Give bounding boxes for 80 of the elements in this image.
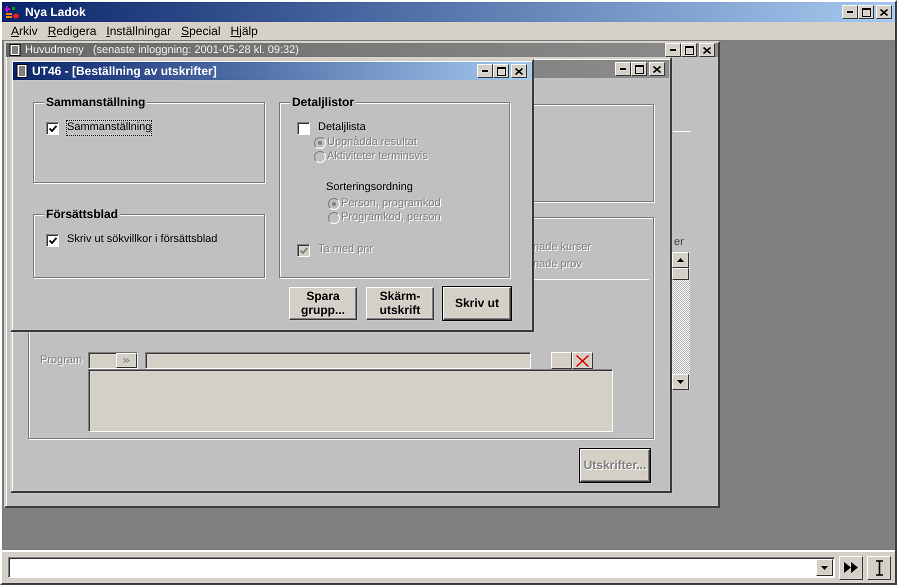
- app-logo-icon: [5, 4, 21, 20]
- close-icon: [653, 66, 661, 72]
- minimize-icon: [670, 49, 676, 51]
- window-title: Nya Ladok: [25, 4, 86, 20]
- blank-button[interactable]: [551, 352, 572, 369]
- maximize-icon: [862, 8, 870, 16]
- minimize-button[interactable]: [615, 62, 631, 76]
- close-button[interactable]: [511, 64, 527, 78]
- radio-label: Aktiviteter terminsvis: [327, 150, 428, 164]
- label: er: [674, 236, 684, 250]
- minimize-button[interactable]: [665, 43, 681, 57]
- dialog-button[interactable]: Spara grupp...: [289, 287, 357, 320]
- minimize-button[interactable]: [842, 5, 858, 19]
- maximize-icon: [684, 46, 694, 54]
- checkmark-icon: [300, 246, 308, 254]
- close-button[interactable]: [649, 62, 665, 76]
- checkbox-label: Detaljlista: [318, 121, 366, 135]
- maximize-icon: [634, 64, 644, 74]
- close-icon: [703, 46, 711, 54]
- clear-button[interactable]: [572, 352, 593, 369]
- close-icon: [515, 68, 523, 74]
- scroll-down-button[interactable]: [672, 374, 689, 390]
- maximize-button[interactable]: [493, 64, 509, 78]
- menu-item[interactable]: Special: [176, 24, 226, 38]
- document-icon: [16, 64, 28, 78]
- checkbox[interactable]: [46, 234, 59, 246]
- close-icon: [880, 8, 888, 16]
- maximize-icon: [496, 66, 506, 76]
- run-button[interactable]: [839, 556, 863, 580]
- checkmark-icon: [48, 236, 56, 244]
- cursor-button[interactable]: [867, 556, 891, 580]
- minimize-icon: [847, 11, 853, 13]
- scrollbar[interactable]: [672, 252, 690, 390]
- menu-item[interactable]: Inställningar: [101, 24, 176, 38]
- down-arrow-icon: [677, 380, 684, 384]
- radio-label: Uppnådda resultat: [327, 136, 417, 150]
- section-label: Sorteringsordning: [325, 181, 414, 195]
- field-label: Program: [40, 354, 84, 368]
- menu-item[interactable]: Hjälp: [225, 24, 263, 38]
- group-title: Detaljlistor: [290, 95, 356, 110]
- fast-forward-icon: [844, 562, 858, 573]
- scroll-thumb[interactable]: [672, 268, 689, 280]
- menu-item[interactable]: Arkiv: [6, 24, 43, 38]
- checkbox-label: Skriv ut sökvillkor i försättsblad: [67, 233, 218, 247]
- dropdown-button[interactable]: [816, 559, 833, 576]
- input-field[interactable]: [145, 352, 531, 369]
- text-cursor-icon: [874, 560, 884, 576]
- minimize-icon: [482, 70, 488, 72]
- document-icon: [9, 44, 21, 56]
- chevron-icon: [123, 358, 130, 363]
- close-icon: [576, 354, 589, 366]
- scroll-up-button[interactable]: [672, 252, 689, 268]
- checkbox[interactable]: [46, 122, 59, 134]
- window-title: UT46 - [Beställning av utskrifter]: [32, 64, 217, 78]
- dialog-button[interactable]: Skriv ut: [443, 287, 511, 320]
- close-button[interactable]: [699, 43, 715, 57]
- checkbox-label: Sammanställning: [67, 121, 152, 135]
- minimize-button[interactable]: [477, 64, 493, 78]
- down-arrow-icon: [821, 566, 828, 570]
- checkbox-label: Ta med pnr: [318, 243, 374, 257]
- label: nade prov: [533, 258, 583, 272]
- dialog-button[interactable]: Skärm-utskrift: [366, 287, 434, 320]
- maximize-button[interactable]: [631, 62, 647, 76]
- radio-label: Programkod, person: [341, 211, 441, 225]
- minimize-icon: [620, 68, 626, 70]
- group-title: Sammanställning: [44, 95, 148, 110]
- close-button[interactable]: [876, 5, 892, 19]
- maximize-button[interactable]: [858, 5, 874, 19]
- checkbox[interactable]: [297, 122, 310, 134]
- up-arrow-icon: [677, 258, 684, 262]
- checkmark-icon: [48, 124, 56, 132]
- command-field[interactable]: [8, 557, 835, 578]
- label: nade kurser: [533, 241, 592, 255]
- menu-item[interactable]: Redigera: [42, 24, 102, 38]
- maximize-button[interactable]: [681, 43, 697, 57]
- radio-label: Person, programkod: [341, 197, 441, 211]
- window-title: Huvudmeny (senaste inloggning: 2001-05-28 kl. 09:32): [25, 44, 299, 56]
- dropdown-button[interactable]: [116, 353, 137, 368]
- group-title: Försättsblad: [44, 207, 120, 222]
- combo-box[interactable]: [88, 352, 138, 369]
